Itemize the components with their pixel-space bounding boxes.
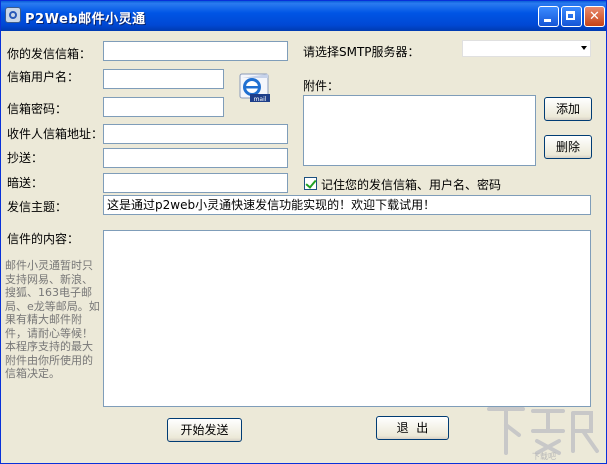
content-textarea[interactable] (103, 230, 591, 407)
info-note: 邮件小灵通暂时只支持网易、新浪、搜狐、163电子邮局、e龙等邮局。如果有精大邮件… (5, 259, 100, 380)
add-attachment-button[interactable]: 添加 (544, 97, 592, 121)
delete-attachment-button[interactable]: 删除 (544, 135, 592, 159)
sender-email-label: 你的发信信箱： (7, 47, 92, 61)
username-field[interactable] (103, 69, 224, 89)
download-watermark-logo: 下载吧 (487, 407, 599, 461)
smtp-label: 请选择SMTP服务器： (303, 45, 420, 59)
sender-email-field[interactable] (103, 41, 288, 61)
recipient-field[interactable] (103, 124, 288, 144)
chevron-down-icon (581, 46, 587, 50)
close-button[interactable]: ✕ (584, 6, 605, 27)
close-icon: ✕ (589, 9, 600, 24)
main-window: P2Web邮件小灵通 ✕ 你的发信信箱： 信箱用户名： mail 信箱密码： 收… (0, 0, 607, 464)
password-field[interactable] (103, 97, 224, 117)
maximize-button[interactable] (561, 6, 582, 27)
send-button[interactable]: 开始发送 (167, 418, 242, 442)
subject-field[interactable]: 这是通过p2web小灵通快速发信功能实现的！欢迎下载试用！ (103, 195, 591, 215)
title-bar[interactable]: P2Web邮件小灵通 ✕ (1, 1, 606, 31)
attachments-label: 附件： (303, 79, 340, 93)
e-mail-icon: mail (239, 73, 270, 103)
maximize-icon (562, 7, 581, 26)
recipient-label: 收件人信箱地址： (7, 127, 104, 141)
remember-checkbox[interactable] (304, 177, 317, 190)
attachments-list[interactable] (303, 95, 536, 166)
remember-label: 记住您的发信信箱、用户名、密码 (321, 178, 502, 192)
content-label: 信件的内容： (7, 232, 80, 246)
bcc-label: 暗送： (7, 176, 44, 190)
password-label: 信箱密码： (7, 102, 68, 116)
username-label: 信箱用户名： (7, 70, 80, 84)
subject-label: 发信主题： (7, 200, 68, 214)
bcc-field[interactable] (103, 173, 288, 193)
svg-text:mail: mail (254, 96, 267, 103)
app-icon[interactable] (5, 7, 21, 23)
minimize-button[interactable] (538, 6, 559, 27)
window-title: P2Web邮件小灵通 (25, 12, 146, 27)
cc-label: 抄送： (7, 151, 44, 165)
minimize-icon (539, 7, 558, 26)
watermark-text: 下载吧 (532, 451, 556, 461)
exit-button[interactable]: 退 出 (376, 416, 449, 440)
cc-field[interactable] (103, 148, 288, 168)
smtp-server-select[interactable] (462, 40, 591, 57)
